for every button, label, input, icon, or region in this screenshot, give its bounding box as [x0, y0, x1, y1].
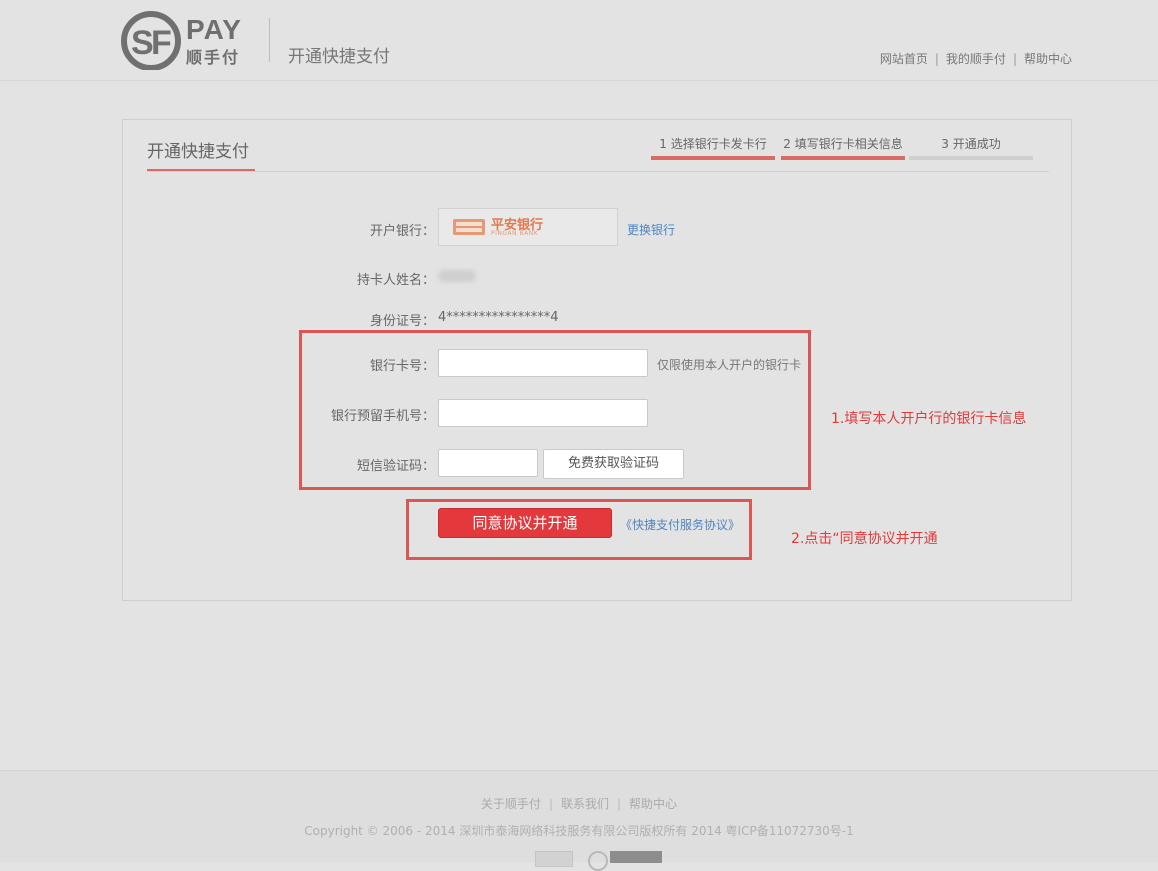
card-title: 开通快捷支付 [147, 142, 249, 162]
copyright-text: Copyright © 2006 - 2014 深圳市泰海网络科技服务有限公司版… [304, 824, 854, 838]
id-number-label: 身份证号： [369, 314, 435, 329]
change-bank-link[interactable]: 更换银行 [627, 221, 675, 238]
page-header: S F PAY 顺手付 开通快捷支付 网站首页 | 我的顺手付 | 帮助中心 [0, 0, 1158, 81]
nav-my-account-link[interactable]: 我的顺手付 [946, 52, 1006, 66]
top-nav: 网站首页 | 我的顺手付 | 帮助中心 [880, 50, 1072, 67]
svg-text:F: F [151, 24, 172, 62]
trusted-site-badge-icon[interactable] [588, 851, 662, 871]
step-progress-bar [651, 156, 775, 160]
nav-help-link[interactable]: 帮助中心 [1024, 52, 1072, 66]
page-footer: 关于顺手付 | 联系我们 | 帮助中心 Copyright © 2006 - 2014 … [0, 770, 1158, 871]
step-label: 3 开通成功 [941, 137, 1001, 151]
footer-help-link[interactable]: 帮助中心 [629, 797, 677, 811]
annotation-note-2: 2.点击“同意协议并开通 [791, 531, 938, 547]
header-divider [269, 18, 270, 62]
trusted-site-circle-icon [588, 851, 608, 871]
logo-pay-text: PAY [186, 14, 242, 45]
footer-separator: | [548, 797, 553, 811]
step-progress-bar [909, 156, 1033, 160]
footer-about-link[interactable]: 关于顺手付 [481, 797, 541, 811]
nav-separator: | [1012, 52, 1017, 66]
annotation-note-1: 1.填写本人开户行的银行卡信息 [831, 411, 1027, 427]
highlight-box-submit [406, 499, 752, 560]
bank-name-en: PINGAN BANK [491, 230, 539, 237]
id-number-value: 4****************4 [438, 310, 559, 325]
bank-logo-box: 平安银行 PINGAN BANK [438, 208, 618, 246]
footer-badge-icon[interactable] [535, 851, 573, 867]
bank-label: 开户银行： [369, 224, 435, 239]
footer-contact-link[interactable]: 联系我们 [561, 797, 609, 811]
sf-logo-icon: S F [121, 11, 181, 70]
step-progress-bar [781, 156, 905, 160]
footer-links: 关于顺手付 | 联系我们 | 帮助中心 [0, 795, 1158, 812]
card-title-underline [147, 169, 255, 171]
nav-separator: | [934, 52, 939, 66]
trusted-site-label-icon [610, 851, 662, 863]
step-2: 2 填写银行卡相关信息 [781, 135, 905, 160]
step-1: 1 选择银行卡发卡行 [651, 135, 775, 160]
highlight-box-form [299, 330, 811, 490]
step-3: 3 开通成功 [909, 135, 1033, 160]
pingan-bank-icon [453, 219, 485, 235]
sf-pay-logo[interactable]: S F PAY 顺手付 [120, 8, 250, 74]
cardholder-label: 持卡人姓名： [356, 273, 435, 288]
card-divider [147, 171, 1049, 172]
nav-home-link[interactable]: 网站首页 [880, 52, 928, 66]
footer-separator: | [617, 797, 622, 811]
step-label: 1 选择银行卡发卡行 [659, 137, 767, 151]
step-label: 2 填写银行卡相关信息 [783, 137, 903, 151]
cardholder-name-blurred [438, 270, 476, 282]
header-title: 开通快捷支付 [288, 47, 390, 67]
logo-brand-text: 顺手付 [186, 48, 241, 67]
